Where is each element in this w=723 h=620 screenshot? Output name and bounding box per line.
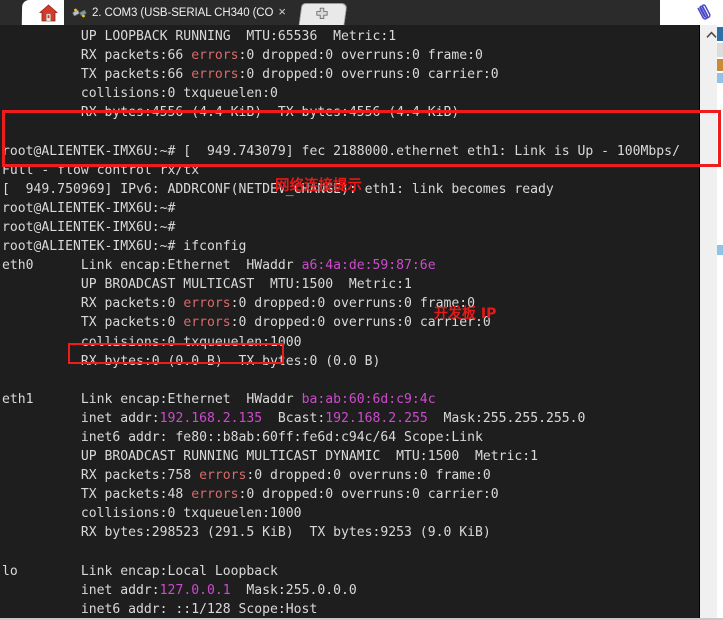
close-icon[interactable]: × xyxy=(278,4,286,20)
terminal-line: eth1 Link encap:Ethernet HWaddr ba:ab:60… xyxy=(2,390,700,409)
terminal-line: inet addr:192.168.2.135 Bcast:192.168.2.… xyxy=(2,409,700,428)
terminal-span: root@ALIENTEK-IMX6U:~# xyxy=(2,219,176,235)
terminal-line: root@ALIENTEK-IMX6U:~# xyxy=(2,199,700,218)
terminal-line: collisions:0 txqueuelen:1000 xyxy=(2,333,700,352)
terminal-span: inet addr: xyxy=(2,410,160,426)
serial-plug-icon xyxy=(72,8,87,17)
terminal-span: RX packets:0 xyxy=(2,296,184,312)
terminal-line: root@ALIENTEK-IMX6U:~# xyxy=(2,218,700,237)
terminal-span: collisions:0 txqueuelen:1000 xyxy=(2,334,302,350)
attach-file-button[interactable] xyxy=(692,2,716,24)
terminal-line: UP LOOPBACK RUNNING MTU:65536 Metric:1 xyxy=(2,27,700,46)
terminal-span: UP BROADCAST MULTICAST MTU:1500 Metric:1 xyxy=(2,277,412,293)
terminal-span: root@ALIENTEK-IMX6U:~# [ 949.743079] fec… xyxy=(2,143,680,159)
terminal-span: eth1 Link encap:Ethernet HWaddr xyxy=(2,391,302,407)
terminal-panel[interactable]: UP LOOPBACK RUNNING MTU:65536 Metric:1 R… xyxy=(0,25,723,620)
terminal-span: :0 dropped:0 overruns:0 carrier:0 xyxy=(238,67,499,83)
terminal-span: inet addr: xyxy=(2,582,160,598)
terminal-line: RX bytes:0 (0.0 B) TX bytes:0 (0.0 B) xyxy=(2,352,700,371)
terminal-span: :0 dropped:0 overruns:0 frame:0 xyxy=(246,468,491,484)
terminal-span: errors xyxy=(183,315,231,331)
terminal-span: collisions:0 txqueuelen:1000 xyxy=(2,506,302,522)
terminal-line: inet6 addr: ::1/128 Scope:Host xyxy=(2,600,700,619)
terminal-line: collisions:0 txqueuelen:1000 xyxy=(2,504,700,523)
terminal-line: RX bytes:4556 (4.4 KiB) TX bytes:4556 (4… xyxy=(2,103,700,122)
plus-icon xyxy=(316,7,328,20)
tab-bar: 2. COM3 (USB-SERIAL CH340 (CO × xyxy=(0,0,723,26)
tab-label: 2. COM3 (USB-SERIAL CH340 (CO xyxy=(92,6,274,19)
terminal-span: errors xyxy=(199,468,247,484)
terminal-span: root@ALIENTEK-IMX6U:~# xyxy=(2,200,176,216)
terminal-span: RX packets:758 xyxy=(2,468,200,484)
terminal-span: collisions:0 txqueuelen:0 xyxy=(2,86,278,102)
terminal-span: ba:ab:60:6d:c9:4c xyxy=(301,391,436,407)
terminal-span: UP LOOPBACK RUNNING MTU:65536 Metric:1 xyxy=(2,29,397,44)
terminal-line: RX bytes:298523 (291.5 KiB) TX bytes:925… xyxy=(2,523,700,542)
terminal-line: TX packets:48 errors:0 dropped:0 overrun… xyxy=(2,485,700,504)
terminal-span: Bcast: xyxy=(262,410,326,426)
terminal-span: RX bytes:298523 (291.5 KiB) TX bytes:925… xyxy=(2,525,491,541)
chevron-up-icon xyxy=(705,31,717,38)
terminal-span: :0 dropped:0 overruns:0 frame:0 xyxy=(238,48,483,64)
terminal-span: errors xyxy=(183,296,231,312)
terminal-line: eth0 Link encap:Ethernet HWaddr a6:4a:de… xyxy=(2,256,700,275)
terminal-span: errors xyxy=(191,48,239,64)
terminal-span: Mask:255.255.255.0 xyxy=(427,410,586,426)
terminal-span: RX bytes:4556 (4.4 KiB) TX bytes:4556 (4… xyxy=(2,105,460,121)
terminal-span: Full - flow control rx/tx xyxy=(2,162,200,178)
terminal-span: 192.168.2.135 xyxy=(159,410,263,426)
edge-accent-4 xyxy=(717,73,723,83)
terminal-output: UP LOOPBACK RUNNING MTU:65536 Metric:1 R… xyxy=(0,25,700,620)
background-window-edge xyxy=(717,25,723,620)
terminal-line: RX packets:758 errors:0 dropped:0 overru… xyxy=(2,466,700,485)
edge-accent-5 xyxy=(717,85,723,245)
terminal-line: TX packets:0 errors:0 dropped:0 overruns… xyxy=(2,313,700,332)
terminal-span: TX packets:66 xyxy=(2,67,192,83)
edge-accent-2 xyxy=(717,43,723,57)
terminal-span: 192.168.2.255 xyxy=(325,410,428,426)
paperclip-icon xyxy=(697,4,711,20)
terminal-span: RX packets:66 xyxy=(2,48,192,64)
edge-accent-1 xyxy=(717,27,723,41)
terminal-line: TX packets:66 errors:0 dropped:0 overrun… xyxy=(2,65,700,84)
network-link-note: 网络连接提示 xyxy=(275,178,362,194)
terminal-line: inet addr:127.0.0.1 Mask:255.0.0.0 xyxy=(2,581,700,600)
terminal-line: lo Link encap:Local Loopback xyxy=(2,562,700,581)
edge-accent-7 xyxy=(717,257,723,597)
tab-com3[interactable]: 2. COM3 (USB-SERIAL CH340 (CO × xyxy=(64,0,296,25)
terminal-span: eth0 Link encap:Ethernet HWaddr xyxy=(2,258,302,274)
home-icon xyxy=(38,3,58,21)
edge-accent-6 xyxy=(717,245,723,255)
terminal-span: inet6 addr: ::1/128 Scope:Host xyxy=(2,601,318,617)
terminal-span: lo Link encap:Local Loopback xyxy=(2,563,278,579)
terminal-span: :0 dropped:0 overruns:0 carrier:0 xyxy=(238,487,499,503)
board-ip-note: 开发板 IP xyxy=(434,306,497,322)
terminal-line: root@ALIENTEK-IMX6U:~# ifconfig xyxy=(2,237,700,256)
terminal-span: TX packets:48 xyxy=(2,487,192,503)
terminal-span: RX bytes:0 (0.0 B) TX bytes:0 (0.0 B) xyxy=(2,353,381,369)
terminal-span: root@ALIENTEK-IMX6U:~# ifconfig xyxy=(2,239,247,255)
terminal-span: TX packets:0 xyxy=(2,315,184,331)
terminal-line: UP BROADCAST MULTICAST MTU:1500 Metric:1 xyxy=(2,275,700,294)
terminal-span: inet6 addr: fe80::b8ab:60ff:fe6d:c94c/64… xyxy=(2,429,483,445)
terminal-line: RX packets:66 errors:0 dropped:0 overrun… xyxy=(2,46,700,65)
terminal-span: a6:4a:de:59:87:6e xyxy=(301,258,436,274)
terminal-line: root@ALIENTEK-IMX6U:~# [ 949.743079] fec… xyxy=(2,142,700,161)
terminal-line: collisions:0 txqueuelen:0 xyxy=(2,84,700,103)
terminal-span: UP BROADCAST RUNNING MULTICAST DYNAMIC M… xyxy=(2,449,539,465)
edge-accent-3 xyxy=(717,59,723,71)
terminal-line: UP BROADCAST RUNNING MULTICAST DYNAMIC M… xyxy=(2,447,700,466)
terminal-span: 127.0.0.1 xyxy=(159,582,231,598)
terminal-line: RX packets:0 errors:0 dropped:0 overruns… xyxy=(2,294,700,313)
terminal-span: errors xyxy=(191,67,239,83)
terminal-span: errors xyxy=(191,487,239,503)
new-tab-icon-wrap[interactable] xyxy=(300,3,344,25)
terminal-line: inet6 addr: fe80::b8ab:60ff:fe6d:c94c/64… xyxy=(2,428,700,447)
serial-terminal-window: 2. COM3 (USB-SERIAL CH340 (CO × UP LOOPB… xyxy=(0,0,723,620)
terminal-span: Mask:255.0.0.0 xyxy=(230,582,357,598)
